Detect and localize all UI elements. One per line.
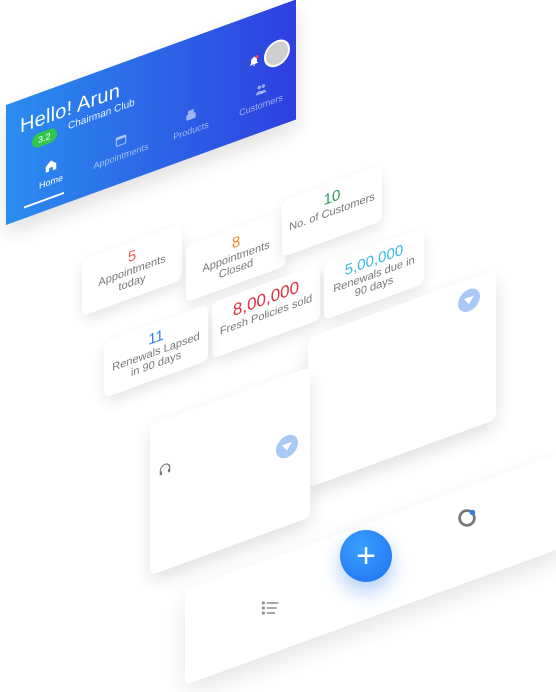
list-icon[interactable]: [258, 598, 282, 618]
stat-card[interactable]: 5 Appointments today: [82, 223, 182, 317]
app-stage: Hello! Arun 3.2 Chairman Club Home Appoi…: [0, 0, 556, 692]
headset-icon: [159, 463, 171, 476]
stat-card[interactable]: 10 No. of Customers: [282, 164, 382, 258]
expand-icon[interactable]: [276, 431, 298, 462]
stat-card[interactable]: 11 Renewals Lapsed in 90 days: [104, 304, 208, 399]
add-button[interactable]: +: [340, 530, 392, 582]
info-panel[interactable]: [150, 367, 310, 576]
expand-icon[interactable]: [458, 285, 480, 316]
refresh-icon[interactable]: [456, 507, 478, 529]
